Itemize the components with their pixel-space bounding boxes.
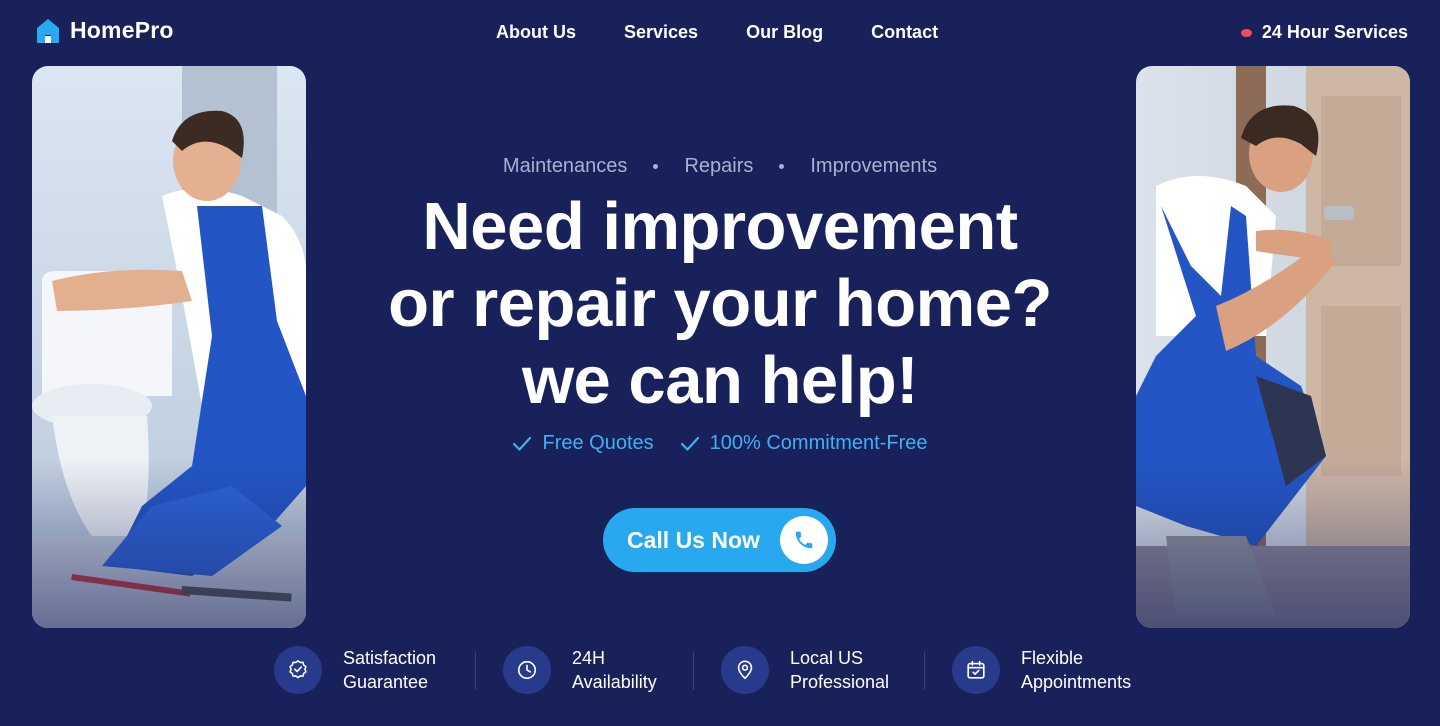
check-label: Free Quotes <box>542 432 654 454</box>
feature-line-2: Professional <box>790 672 890 692</box>
calendar-check-icon <box>952 646 1000 694</box>
photo-plumber <box>32 66 306 628</box>
nav-about-us[interactable]: About Us <box>496 22 576 43</box>
category-repairs: Repairs <box>684 155 754 177</box>
phone-icon <box>780 516 828 564</box>
feature-availability: 24H Availability <box>503 646 657 694</box>
badge-check-icon <box>274 646 322 694</box>
house-icon <box>37 18 59 43</box>
brand-name: HomePro <box>70 17 174 43</box>
service-categories: Maintenances Repairs Improvements <box>0 155 1440 178</box>
feature-line-1: 24H <box>572 648 606 668</box>
category-improvements: Improvements <box>810 155 938 177</box>
feature-satisfaction: Satisfaction Guarantee <box>274 646 436 694</box>
feature-line-1: Satisfaction <box>343 648 437 668</box>
bullet-separator <box>653 164 659 169</box>
check-commitment-free: 100% Commitment-Free <box>680 432 928 455</box>
feature-line-1: Local US <box>790 648 864 668</box>
location-pin-icon <box>721 646 769 694</box>
category-maintenances: Maintenances <box>502 155 628 177</box>
feature-local-professional: Local US Professional <box>721 646 889 694</box>
hours-badge[interactable]: 24 Hour Services <box>1240 22 1408 43</box>
divider <box>693 652 694 690</box>
headline-line-2: or repair your home? <box>388 266 1052 341</box>
headline-line-3: we can help! <box>521 343 919 418</box>
feature-label: Flexible Appointments <box>1021 646 1131 694</box>
nav-contact[interactable]: Contact <box>871 22 938 43</box>
checkmark-icon <box>680 436 699 451</box>
brand-logo[interactable]: HomePro <box>36 17 174 44</box>
main-nav: About Us Services Our Blog Contact <box>496 22 938 43</box>
feature-line-2: Guarantee <box>343 672 429 692</box>
feature-label: Local US Professional <box>790 646 889 694</box>
feature-flexible-appointments: Flexible Appointments <box>952 646 1131 694</box>
status-dot-icon <box>1240 28 1252 37</box>
feature-line-1: Flexible <box>1021 648 1084 668</box>
hours-label: 24 Hour Services <box>1261 22 1408 42</box>
nav-our-blog[interactable]: Our Blog <box>746 22 823 43</box>
checkmark-icon <box>513 436 532 451</box>
feature-line-2: Availability <box>572 672 657 692</box>
check-free-quotes: Free Quotes <box>512 432 654 455</box>
divider <box>924 652 925 690</box>
bullet-separator <box>779 164 785 169</box>
feature-label: 24H Availability <box>572 646 657 694</box>
feature-strip: Satisfaction Guarantee 24H Availability … <box>0 646 1440 700</box>
cta-label: Call Us Now <box>627 526 760 553</box>
benefit-checks: Free Quotes 100% Commitment-Free <box>0 432 1440 455</box>
call-us-now-button[interactable]: Call Us Now <box>603 508 836 572</box>
clock-icon <box>503 646 551 694</box>
check-label: 100% Commitment-Free <box>709 432 928 454</box>
headline-line-1: Need improvement <box>422 189 1018 264</box>
feature-label: Satisfaction Guarantee <box>343 646 436 694</box>
divider <box>475 652 476 690</box>
photo-handyman <box>1136 66 1410 628</box>
hero-headline: Need improvement or repair your home? we… <box>320 188 1120 419</box>
nav-services[interactable]: Services <box>624 22 698 43</box>
feature-line-2: Appointments <box>1021 672 1132 692</box>
